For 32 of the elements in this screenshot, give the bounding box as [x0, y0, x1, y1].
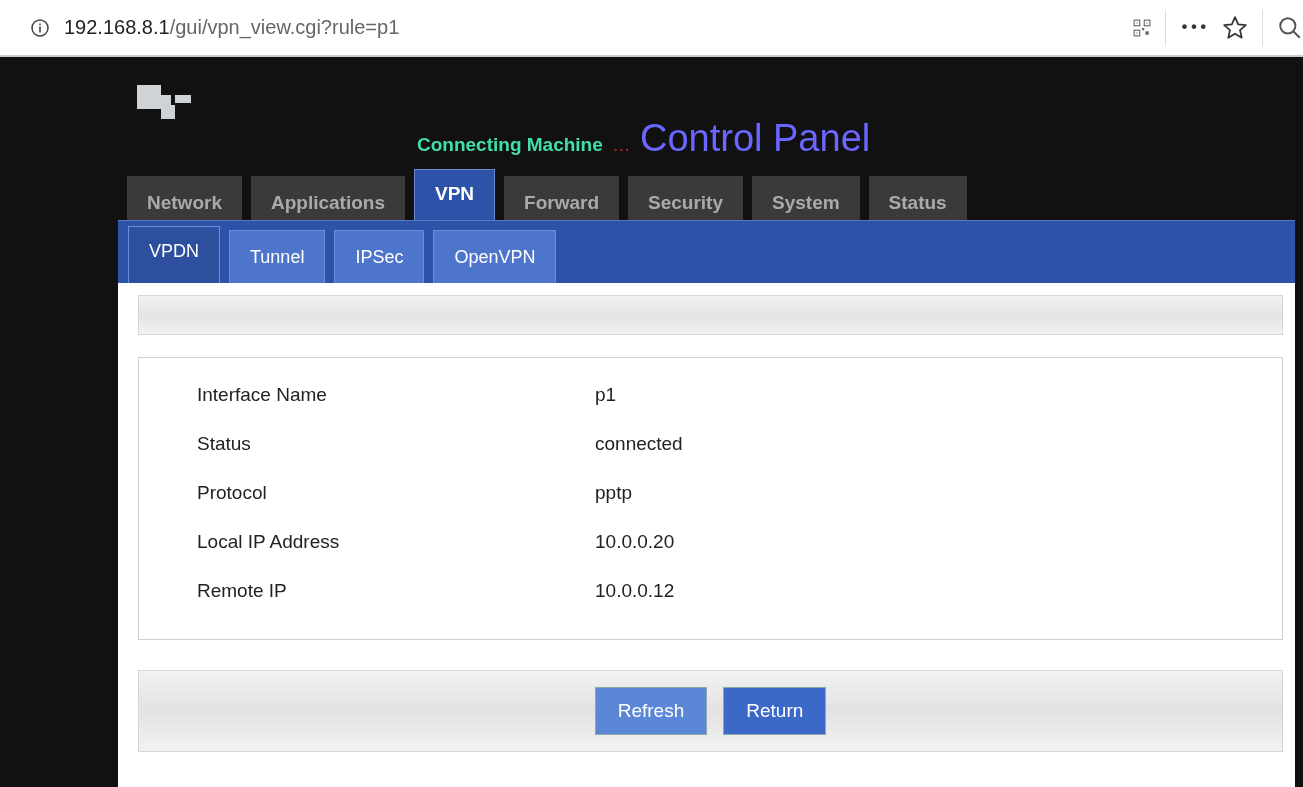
nav-tab[interactable]: Forward	[504, 176, 619, 220]
nav-tab[interactable]: Status	[868, 176, 967, 220]
field-value: 10.0.0.12	[595, 580, 675, 602]
nav-tab[interactable]: Network	[127, 176, 242, 220]
sub-tab[interactable]: OpenVPN	[433, 230, 557, 283]
search-icon[interactable]	[1277, 14, 1303, 41]
sub-tab[interactable]: VPDN	[128, 226, 220, 283]
address-field[interactable]: 192.168.8.1/gui/vpn_view.cgi?rule=p1	[64, 16, 1119, 39]
sub-tab[interactable]: IPSec	[334, 230, 425, 283]
star-icon[interactable]	[1222, 14, 1248, 41]
page-title: Control Panel	[639, 117, 871, 160]
sub-tab[interactable]: Tunnel	[229, 230, 326, 283]
field-value: 10.0.0.20	[595, 531, 675, 553]
nav-tab[interactable]: Security	[628, 176, 743, 220]
nav-tab[interactable]: VPN	[414, 169, 496, 220]
qr-code-icon[interactable]	[1132, 18, 1151, 37]
ellipsis: ...	[612, 134, 630, 155]
field-label: Remote IP	[197, 580, 288, 602]
field-label: Status	[197, 433, 252, 455]
field-value: connected	[595, 433, 683, 455]
action-button[interactable]: Return	[723, 687, 827, 735]
nav-tab[interactable]: Applications	[250, 176, 405, 220]
more-button[interactable]: •••	[1179, 18, 1208, 37]
field-value: p1	[595, 384, 617, 406]
field-label: Local IP Address	[197, 531, 341, 553]
nav-tab[interactable]: System	[752, 176, 860, 220]
field-label: Protocol	[197, 482, 268, 504]
info-icon[interactable]	[30, 17, 50, 38]
subtitle: Connecting Machine	[417, 134, 603, 156]
field-label: Interface Name	[197, 384, 328, 406]
action-button[interactable]: Refresh	[594, 687, 708, 735]
field-value: pptp	[595, 482, 632, 504]
